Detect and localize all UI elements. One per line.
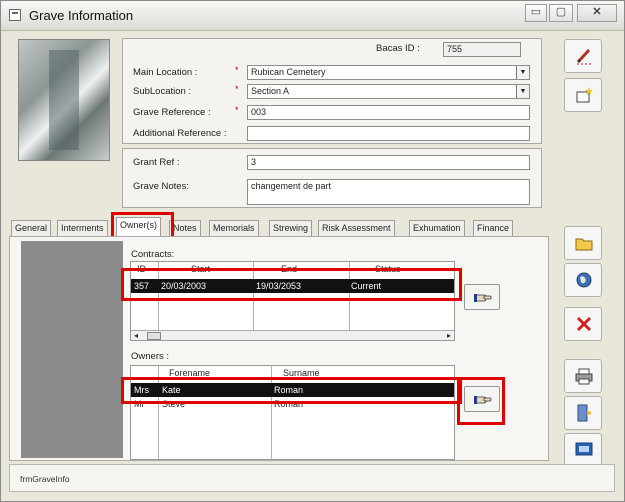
tab-interments[interactable]: Interments: [57, 220, 108, 237]
sublocation-select[interactable]: Section A ▼: [247, 84, 530, 99]
main-location-label: Main Location :: [133, 67, 198, 78]
tab-general[interactable]: General: [11, 220, 52, 237]
main-location-value: Rubican Cemetery: [251, 67, 326, 77]
tab-exhumation[interactable]: Exhumation: [409, 220, 465, 237]
bacas-id-field: 755: [443, 42, 521, 57]
grant-ref-label: Grant Ref :: [133, 157, 180, 168]
grave-photo[interactable]: [18, 39, 110, 161]
contracts-label: Contracts:: [131, 249, 175, 260]
bacas-id-label: Bacas ID :: [376, 43, 420, 54]
grave-notes-label: Grave Notes:: [133, 181, 189, 192]
screen-button[interactable]: [564, 433, 602, 467]
minimize-button[interactable]: ▭: [525, 4, 547, 22]
main-location-required: *: [235, 65, 239, 75]
main-location-dropdown-icon[interactable]: ▼: [516, 66, 529, 79]
grave-reference-required: *: [235, 105, 239, 115]
open-folder-icon: [575, 238, 593, 251]
sublocation-required: *: [235, 84, 239, 94]
edit-pencil-icon: [576, 48, 592, 65]
owner-row-highlight: [121, 377, 462, 404]
contracts-horizontal-scrollbar[interactable]: ◂ ▸: [131, 330, 454, 340]
owners-label: Owners :: [131, 351, 170, 362]
window-form-icon: [9, 9, 21, 21]
location-panel: Bacas ID : 755 Main Location : * Rubican…: [122, 38, 542, 144]
contract-open-button[interactable]: [464, 284, 500, 310]
window-title: Grave Information: [29, 8, 134, 23]
globe-icon: [576, 272, 592, 288]
exit-door-icon: [577, 404, 592, 422]
close-button[interactable]: ✕: [577, 4, 617, 22]
delete-x-icon: [576, 316, 592, 332]
grave-notes-field[interactable]: changement de part: [247, 179, 530, 205]
grave-reference-label: Grave Reference :: [133, 107, 211, 118]
tab-side-panel: [21, 241, 123, 458]
tab-memorials[interactable]: Memorials: [209, 220, 259, 237]
sublocation-value: Section A: [251, 86, 290, 96]
web-button[interactable]: [564, 263, 602, 297]
tab-risk-assessment[interactable]: Risk Assessment: [318, 220, 395, 237]
grave-information-window: Grave Information ▭ ▢ ✕ Bacas ID : 755 M…: [0, 0, 625, 502]
status-bar: frmGraveInfo: [9, 464, 615, 492]
maximize-button[interactable]: ▢: [549, 4, 573, 22]
open-button[interactable]: [564, 226, 602, 260]
scroll-right-icon[interactable]: ▸: [447, 331, 451, 340]
title-bar[interactable]: Grave Information ▭ ▢ ✕: [1, 1, 624, 31]
screen-icon: [575, 442, 593, 456]
sublocation-dropdown-icon[interactable]: ▼: [516, 85, 529, 98]
new-record-icon: [576, 87, 593, 103]
additional-reference-field[interactable]: [247, 126, 530, 141]
contract-row-highlight: [121, 268, 462, 301]
grant-panel: Grant Ref : 3 Grave Notes: changement de…: [122, 148, 542, 208]
new-record-button[interactable]: [564, 78, 602, 112]
owner-button-highlight: [457, 377, 505, 425]
grave-reference-field[interactable]: 003: [247, 105, 530, 120]
scroll-left-icon[interactable]: ◂: [134, 331, 138, 340]
form-name: frmGraveInfo: [20, 474, 70, 484]
sublocation-label: SubLocation :: [133, 86, 192, 97]
print-button[interactable]: [564, 359, 602, 393]
pointing-hand-icon: [474, 294, 492, 302]
scroll-thumb[interactable]: [147, 332, 161, 340]
print-icon: [575, 368, 593, 385]
tab-finance[interactable]: Finance: [473, 220, 514, 237]
main-location-select[interactable]: Rubican Cemetery ▼: [247, 65, 530, 80]
edit-button[interactable]: [564, 39, 602, 73]
exit-button[interactable]: [564, 396, 602, 430]
additional-reference-label: Additional Reference :: [133, 128, 227, 139]
grant-ref-field[interactable]: 3: [247, 155, 530, 170]
tab-strewing[interactable]: Strewing: [269, 220, 313, 237]
delete-button[interactable]: [564, 307, 602, 341]
